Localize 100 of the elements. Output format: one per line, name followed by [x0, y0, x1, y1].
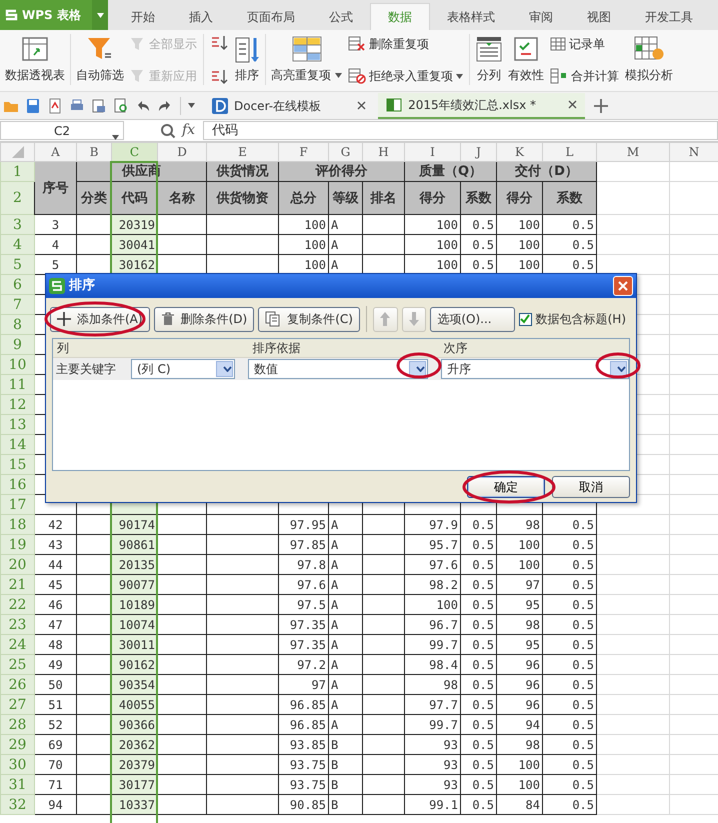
table-cell[interactable]: 0.5 [460, 234, 496, 254]
ribbon-button[interactable]: 自动筛选 [75, 34, 125, 86]
ribbon-tab[interactable]: 页面布局 [230, 3, 312, 30]
table-cell[interactable]: 0.5 [460, 714, 496, 734]
table-cell[interactable]: 100 [496, 774, 542, 794]
row-header[interactable]: 10 [0, 354, 34, 374]
ribbon-button[interactable]: 有效性 [507, 34, 545, 86]
table-cell[interactable]: 94 [496, 714, 542, 734]
row-header[interactable]: 11 [0, 374, 34, 394]
column-header[interactable]: D [158, 142, 206, 162]
table-cell[interactable]: 52 [34, 714, 76, 734]
table-cell[interactable]: 0.5 [542, 694, 596, 714]
table-cell[interactable]: 0.5 [460, 634, 496, 654]
table-cell[interactable]: 90861 [112, 534, 158, 554]
table-cell[interactable]: 47 [34, 614, 76, 634]
table-cell[interactable]: 93.75 [278, 754, 328, 774]
column-header[interactable]: I [404, 142, 460, 162]
table-cell[interactable]: 99.7 [404, 634, 460, 654]
table-cell[interactable]: 90162 [112, 654, 158, 674]
table-cell[interactable]: 0.5 [542, 774, 596, 794]
table-cell[interactable]: A [328, 694, 362, 714]
table-cell[interactable]: 0.5 [460, 574, 496, 594]
table-cell[interactable]: 0.5 [542, 534, 596, 554]
ribbon-button[interactable]: 高亮重复项 [270, 34, 343, 86]
table-cell[interactable]: 0.5 [460, 534, 496, 554]
toolbar-button[interactable]: 选项(O)... [430, 306, 515, 332]
table-cell[interactable]: 0.5 [542, 574, 596, 594]
table-cell[interactable]: 96.7 [404, 614, 460, 634]
table-cell[interactable]: 10189 [112, 594, 158, 614]
table-cell[interactable]: 100 [278, 234, 328, 254]
row-header[interactable]: 3 [0, 214, 34, 234]
column-header[interactable]: J [460, 142, 496, 162]
table-cell[interactable]: 95.7 [404, 534, 460, 554]
table-cell[interactable]: 20319 [112, 214, 158, 234]
column-header[interactable]: K [496, 142, 542, 162]
table-cell[interactable]: 40055 [112, 694, 158, 714]
table-cell[interactable]: 43 [34, 534, 76, 554]
table-cell[interactable]: 98 [496, 614, 542, 634]
table-cell[interactable]: 0.5 [460, 794, 496, 814]
table-cell[interactable]: 97.35 [278, 614, 328, 634]
row-header[interactable]: 19 [0, 534, 34, 554]
function-label[interactable]: fx [182, 120, 196, 141]
row-header[interactable]: 15 [0, 454, 34, 474]
table-cell[interactable]: A [328, 594, 362, 614]
column-header[interactable]: H [362, 142, 404, 162]
table-cell[interactable]: 98.2 [404, 574, 460, 594]
table-cell[interactable]: 4 [34, 234, 76, 254]
toolbar-button[interactable]: 复制条件(C) [258, 306, 360, 332]
column-header[interactable]: N [670, 142, 718, 162]
table-cell[interactable]: 0.5 [542, 234, 596, 254]
row-header[interactable]: 4 [0, 234, 34, 254]
row-header[interactable]: 31 [0, 774, 34, 794]
table-cell[interactable]: A [328, 634, 362, 654]
table-cell[interactable]: 96 [496, 694, 542, 714]
row-header[interactable]: 14 [0, 434, 34, 454]
row-header[interactable]: 29 [0, 734, 34, 754]
table-cell[interactable]: 84 [496, 794, 542, 814]
row-header[interactable]: 30 [0, 754, 34, 774]
row-header[interactable]: 5 [0, 254, 34, 274]
table-cell[interactable]: A [328, 214, 362, 234]
table-cell[interactable]: 96 [496, 674, 542, 694]
table-cell[interactable]: 100 [404, 214, 460, 234]
table-cell[interactable]: 97.7 [404, 694, 460, 714]
ribbon-button[interactable]: 数据透视表 [4, 34, 66, 86]
table-cell[interactable]: 97.9 [404, 514, 460, 534]
table-cell[interactable]: 71 [34, 774, 76, 794]
row-header[interactable]: 16 [0, 474, 34, 494]
table-cell[interactable]: 98 [496, 734, 542, 754]
table-cell[interactable]: 97.95 [278, 514, 328, 534]
table-cell[interactable]: 99.7 [404, 714, 460, 734]
column-header[interactable]: F [278, 142, 328, 162]
formula-field[interactable]: 代码 [203, 121, 718, 140]
column-header[interactable]: G [328, 142, 362, 162]
table-cell[interactable]: 45 [34, 574, 76, 594]
table-cell[interactable]: 95 [496, 634, 542, 654]
table-cell[interactable]: 100 [496, 534, 542, 554]
table-cell[interactable]: 0.5 [542, 554, 596, 574]
table-cell[interactable]: 0.5 [542, 594, 596, 614]
row-header[interactable]: 2 [0, 182, 34, 214]
table-cell[interactable]: 51 [34, 694, 76, 714]
table-cell[interactable]: 0.5 [542, 614, 596, 634]
table-cell[interactable]: 94 [34, 794, 76, 814]
ribbon-button[interactable]: 删除重复项 [346, 34, 465, 54]
table-cell[interactable]: 0.5 [542, 754, 596, 774]
table-cell[interactable]: 0.5 [542, 794, 596, 814]
table-cell[interactable]: 70 [34, 754, 76, 774]
row-header[interactable]: 18 [0, 514, 34, 534]
ribbon-tab[interactable]: 审阅 [512, 3, 570, 30]
table-cell[interactable]: 20379 [112, 754, 158, 774]
table-cell[interactable]: 93 [404, 754, 460, 774]
table-cell[interactable]: 100 [496, 554, 542, 574]
table-cell[interactable]: 0.5 [542, 214, 596, 234]
column-header[interactable]: A [34, 142, 76, 162]
dropdown[interactable]: (列 C) [131, 359, 235, 379]
checkbox[interactable] [518, 312, 532, 326]
table-cell[interactable]: A [328, 714, 362, 734]
table-cell[interactable]: 97.6 [404, 554, 460, 574]
ribbon-tab[interactable]: 开始 [114, 3, 172, 30]
table-cell[interactable]: 96 [496, 654, 542, 674]
ribbon-button[interactable]: 拒绝录入重复项 [346, 66, 465, 86]
